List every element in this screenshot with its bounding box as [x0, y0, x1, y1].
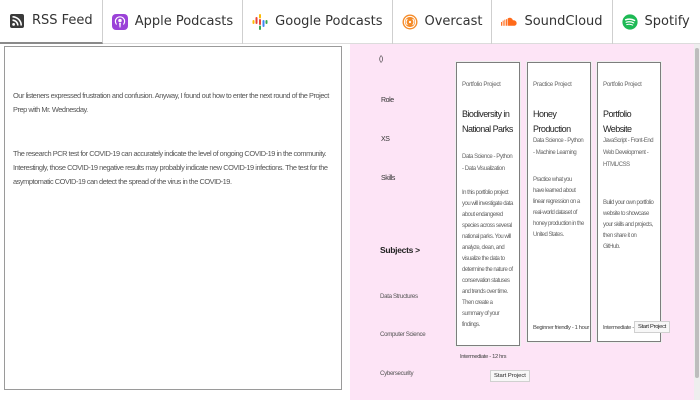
- subjects-toggle[interactable]: Subjects >: [380, 245, 420, 255]
- start-project-button[interactable]: Start Project: [634, 321, 670, 333]
- spotify-icon: [621, 13, 638, 30]
- tab-overcast[interactable]: Overcast: [393, 0, 493, 44]
- project-tags: Data Science - Python - Data Visualizati…: [462, 154, 513, 172]
- project-type-label: Portfolio Project: [462, 81, 501, 88]
- project-title[interactable]: Biodiversity in National Parks: [462, 107, 513, 137]
- apple-podcasts-icon: [111, 13, 128, 30]
- subject-filter-item[interactable]: Cybersecurity: [380, 370, 414, 377]
- project-description: In this portfolio project you will inves…: [462, 190, 513, 328]
- project-card[interactable]: Portfolio Project Biodiversity in Nation…: [456, 62, 520, 346]
- transcript-panel: Our listeners expressed frustration and …: [4, 46, 342, 390]
- tab-label: Google Podcasts: [275, 14, 383, 29]
- project-difficulty: Beginner friendly - 1 hour: [533, 325, 589, 331]
- transcript-paragraph: Our listeners expressed frustration and …: [13, 91, 329, 114]
- project-title[interactable]: Portfolio Website: [603, 107, 654, 137]
- tab-label: Overcast: [424, 14, 483, 29]
- project-type-label: Practice Project: [533, 81, 572, 88]
- project-tags: Data Science - Python - Machine Learning: [533, 138, 584, 156]
- filter-item[interactable]: XS: [381, 136, 390, 143]
- project-difficulty: Intermediate - 12 hrs: [460, 354, 507, 360]
- project-title[interactable]: Honey Production: [533, 107, 584, 137]
- tab-rss-feed[interactable]: RSS Feed: [0, 0, 103, 44]
- tab-apple-podcasts[interactable]: Apple Podcasts: [103, 0, 244, 44]
- tab-label: SoundCloud: [524, 14, 603, 29]
- podcast-platform-tabs: RSS Feed Apple Podcasts Google Podcasts …: [0, 0, 700, 44]
- transcript-paragraph: The research PCR test for COVID-19 can a…: [13, 149, 328, 186]
- tab-google-podcasts[interactable]: Google Podcasts: [243, 0, 393, 44]
- filter-item[interactable]: (): [379, 56, 383, 63]
- filter-item[interactable]: Role: [381, 97, 394, 104]
- tab-label: RSS Feed: [32, 13, 93, 28]
- start-project-button[interactable]: Start Project: [490, 370, 530, 382]
- project-tags: JavaScript - Front-End Web Development -…: [603, 138, 654, 168]
- tab-label: Apple Podcasts: [134, 14, 234, 29]
- soundcloud-icon: [501, 14, 518, 30]
- tab-soundcloud[interactable]: SoundCloud: [492, 0, 613, 44]
- project-description: Build your own portfolio website to show…: [603, 200, 654, 250]
- scrollbar-thumb[interactable]: [695, 48, 699, 378]
- google-podcasts-icon: [252, 13, 268, 30]
- project-type-label: Portfolio Project: [603, 81, 642, 88]
- subject-filter-item[interactable]: Data Structures: [380, 293, 418, 300]
- tab-spotify[interactable]: Spotify: [613, 0, 699, 44]
- project-card[interactable]: Practice Project Honey Production Data S…: [527, 62, 591, 342]
- filter-item[interactable]: Skills: [381, 175, 395, 182]
- project-card[interactable]: Portfolio Project Portfolio Website Java…: [597, 62, 670, 342]
- rss-icon: [9, 13, 25, 29]
- subject-filter-item[interactable]: Computer Science: [380, 331, 426, 338]
- tab-label: Spotify: [644, 14, 690, 29]
- projects-scrollbar[interactable]: [694, 44, 700, 400]
- project-description: Practice what you have learned about lin…: [533, 177, 584, 238]
- overcast-icon: [402, 14, 418, 30]
